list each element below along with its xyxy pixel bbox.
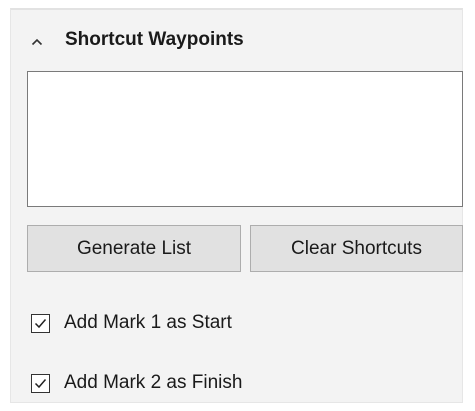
- add-mark1-start-option[interactable]: Add Mark 1 as Start: [31, 311, 232, 335]
- waypoint-listbox[interactable]: [27, 71, 463, 207]
- add-mark1-start-label: Add Mark 1 as Start: [64, 312, 232, 333]
- add-mark2-finish-option[interactable]: Add Mark 2 as Finish: [31, 371, 242, 395]
- shortcut-waypoints-panel: Shortcut Waypoints Generate List Clear S…: [10, 8, 463, 403]
- add-mark2-finish-label: Add Mark 2 as Finish: [64, 372, 243, 393]
- checkmark-icon: [34, 318, 47, 328]
- generate-list-button-label: Generate List: [76, 237, 192, 259]
- section-header-toggle[interactable]: Shortcut Waypoints: [11, 20, 462, 60]
- clear-shortcuts-button-label: Clear Shortcuts: [291, 237, 422, 259]
- section-title: Shortcut Waypoints: [65, 29, 244, 50]
- clear-shortcuts-button[interactable]: Clear Shortcuts: [250, 225, 463, 272]
- add-mark2-finish-checkbox[interactable]: [31, 373, 50, 393]
- generate-list-button[interactable]: Generate List: [27, 225, 241, 272]
- chevron-up-icon[interactable]: [31, 34, 43, 46]
- add-mark1-start-checkbox[interactable]: [31, 313, 50, 333]
- checkmark-icon: [34, 378, 47, 388]
